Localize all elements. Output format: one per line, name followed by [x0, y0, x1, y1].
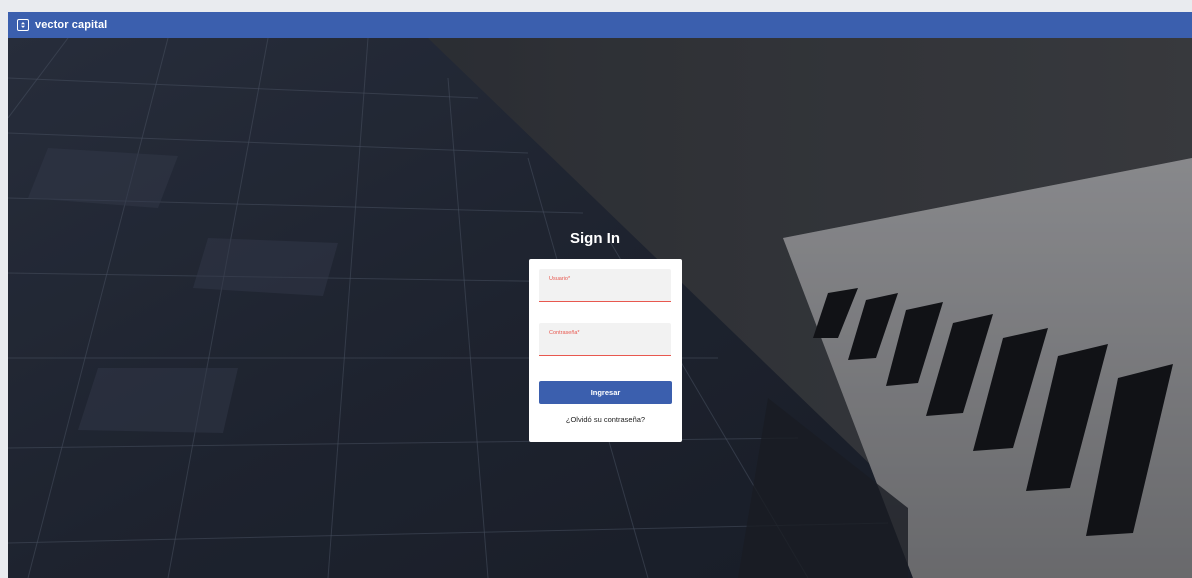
password-input[interactable]: [547, 338, 663, 352]
username-field[interactable]: Usuario*: [539, 269, 671, 302]
username-label: Usuario*: [549, 276, 571, 282]
forgot-password-link[interactable]: ¿Olvidó su contraseña?: [529, 415, 682, 424]
top-bar: vector capital: [8, 12, 1192, 38]
login-button[interactable]: Ingresar: [539, 381, 672, 404]
password-label: Contraseña*: [549, 330, 580, 336]
username-input[interactable]: [547, 284, 663, 298]
login-card: Usuario* Contraseña* Ingresar ¿Olvidó su…: [529, 259, 682, 442]
brand-name: vector capital: [35, 19, 108, 31]
password-field[interactable]: Contraseña*: [539, 323, 671, 356]
vector-logo-icon: [17, 19, 29, 31]
page-title: Sign In: [570, 230, 620, 247]
